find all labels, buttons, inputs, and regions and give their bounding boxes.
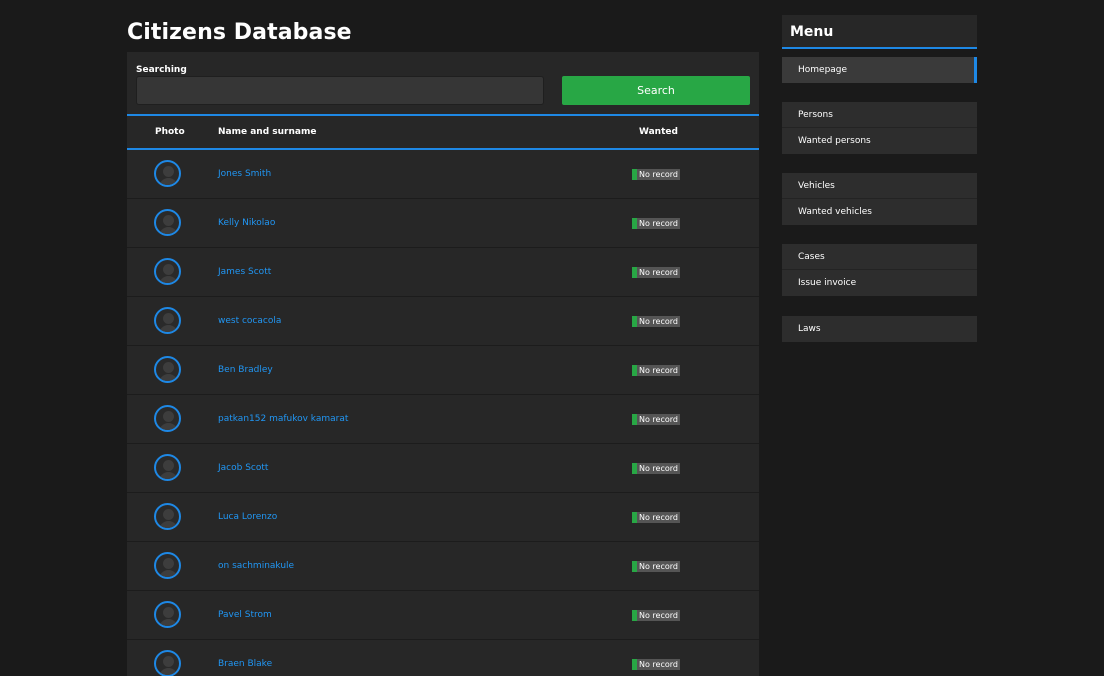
avatar-body-shape bbox=[159, 374, 178, 381]
menu-item-homepage[interactable]: Homepage bbox=[782, 57, 977, 83]
wanted-status-badge: No record bbox=[632, 218, 680, 229]
menu-item-laws[interactable]: Laws bbox=[782, 316, 977, 342]
table-row: Braen Blake No record bbox=[127, 640, 759, 676]
menu-group: Persons Wanted persons bbox=[782, 102, 977, 154]
wanted-status-badge: No record bbox=[632, 316, 680, 327]
menu-item-issue-invoice[interactable]: Issue invoice bbox=[782, 270, 977, 296]
search-input[interactable] bbox=[136, 76, 544, 105]
citizen-name-link[interactable]: Kelly Nikolao bbox=[218, 199, 275, 248]
avatar-body-shape bbox=[159, 276, 178, 283]
avatar-icon bbox=[154, 454, 181, 481]
avatar-body-shape bbox=[159, 178, 178, 185]
avatar-head-shape bbox=[163, 362, 174, 373]
menu-item-vehicles[interactable]: Vehicles bbox=[782, 173, 977, 199]
citizen-name-link[interactable]: west cocacola bbox=[218, 297, 281, 346]
citizen-name-link[interactable]: James Scott bbox=[218, 248, 271, 297]
wanted-status-badge: No record bbox=[632, 169, 680, 180]
avatar-body-shape bbox=[159, 668, 178, 675]
avatar-head-shape bbox=[163, 264, 174, 275]
avatar-icon bbox=[154, 601, 181, 628]
table-row: on sachminakule No record bbox=[127, 542, 759, 591]
table-header: Photo Name and surname Wanted bbox=[127, 114, 759, 150]
table-row: Pavel Strom No record bbox=[127, 591, 759, 640]
avatar-body-shape bbox=[159, 325, 178, 332]
table-row: Luca Lorenzo No record bbox=[127, 493, 759, 542]
avatar-head-shape bbox=[163, 411, 174, 422]
wanted-status-badge: No record bbox=[632, 561, 680, 572]
table-row: west cocacola No record bbox=[127, 297, 759, 346]
wanted-status-badge: No record bbox=[632, 659, 680, 670]
avatar-body-shape bbox=[159, 472, 178, 479]
avatar-body-shape bbox=[159, 570, 178, 577]
citizen-name-link[interactable]: patkan152 mafukov kamarat bbox=[218, 395, 348, 444]
avatar-icon bbox=[154, 405, 181, 432]
table-row: Kelly Nikolao No record bbox=[127, 199, 759, 248]
page-title: Citizens Database bbox=[127, 20, 352, 45]
wanted-status-badge: No record bbox=[632, 610, 680, 621]
citizen-name-link[interactable]: Jones Smith bbox=[218, 150, 271, 199]
menu-item-wanted-persons[interactable]: Wanted persons bbox=[782, 128, 977, 154]
column-header-wanted: Wanted bbox=[639, 127, 678, 137]
citizen-name-link[interactable]: Braen Blake bbox=[218, 640, 272, 676]
table-row: Jacob Scott No record bbox=[127, 444, 759, 493]
main-content: Citizens Database Searching Search Photo… bbox=[127, 0, 759, 676]
wanted-status-badge: No record bbox=[632, 267, 680, 278]
table-row: Jones Smith No record bbox=[127, 150, 759, 199]
column-header-photo: Photo bbox=[155, 127, 185, 137]
avatar-icon bbox=[154, 503, 181, 530]
sidebar-menu: Menu Homepage Persons Wanted persons Vehicl… bbox=[782, 15, 977, 342]
menu-group: Vehicles Wanted vehicles bbox=[782, 173, 977, 225]
citizen-name-link[interactable]: Jacob Scott bbox=[218, 444, 268, 493]
menu-group: Homepage bbox=[782, 57, 977, 83]
table-body: Jones Smith No record Kelly Nikolao No reco… bbox=[127, 150, 759, 676]
wanted-status-badge: No record bbox=[632, 414, 680, 425]
menu-item-wanted-vehicles[interactable]: Wanted vehicles bbox=[782, 199, 977, 225]
menu-item-persons[interactable]: Persons bbox=[782, 102, 977, 128]
avatar-icon bbox=[154, 356, 181, 383]
menu-group: Cases Issue invoice bbox=[782, 244, 977, 296]
table-row: Ben Bradley No record bbox=[127, 346, 759, 395]
avatar-head-shape bbox=[163, 313, 174, 324]
avatar-body-shape bbox=[159, 521, 178, 528]
search-button[interactable]: Search bbox=[562, 76, 750, 105]
column-header-name: Name and surname bbox=[218, 127, 317, 137]
wanted-status-badge: No record bbox=[632, 512, 680, 523]
menu-header: Menu bbox=[782, 15, 977, 49]
avatar-body-shape bbox=[159, 619, 178, 626]
citizen-name-link[interactable]: on sachminakule bbox=[218, 542, 294, 591]
avatar-icon bbox=[154, 307, 181, 334]
citizens-table: Photo Name and surname Wanted Jones Smit… bbox=[127, 114, 759, 676]
avatar-head-shape bbox=[163, 607, 174, 618]
avatar-head-shape bbox=[163, 460, 174, 471]
avatar-head-shape bbox=[163, 215, 174, 226]
citizens-panel: Searching Search Photo Name and surname … bbox=[127, 52, 759, 676]
citizen-name-link[interactable]: Ben Bradley bbox=[218, 346, 273, 395]
table-row: James Scott No record bbox=[127, 248, 759, 297]
avatar-icon bbox=[154, 209, 181, 236]
avatar-head-shape bbox=[163, 558, 174, 569]
table-row: patkan152 mafukov kamarat No record bbox=[127, 395, 759, 444]
wanted-status-badge: No record bbox=[632, 463, 680, 474]
avatar-body-shape bbox=[159, 423, 178, 430]
citizen-name-link[interactable]: Luca Lorenzo bbox=[218, 493, 277, 542]
avatar-head-shape bbox=[163, 509, 174, 520]
avatar-icon bbox=[154, 258, 181, 285]
avatar-icon bbox=[154, 552, 181, 579]
menu-title: Menu bbox=[790, 24, 834, 40]
avatar-body-shape bbox=[159, 227, 178, 234]
menu-item-cases[interactable]: Cases bbox=[782, 244, 977, 270]
search-label: Searching bbox=[136, 65, 187, 75]
avatar-head-shape bbox=[163, 166, 174, 177]
menu-group: Laws bbox=[782, 316, 977, 342]
avatar-head-shape bbox=[163, 656, 174, 667]
avatar-icon bbox=[154, 650, 181, 676]
page: Citizens Database Searching Search Photo… bbox=[0, 0, 1104, 676]
citizen-name-link[interactable]: Pavel Strom bbox=[218, 591, 272, 640]
avatar-icon bbox=[154, 160, 181, 187]
wanted-status-badge: No record bbox=[632, 365, 680, 376]
